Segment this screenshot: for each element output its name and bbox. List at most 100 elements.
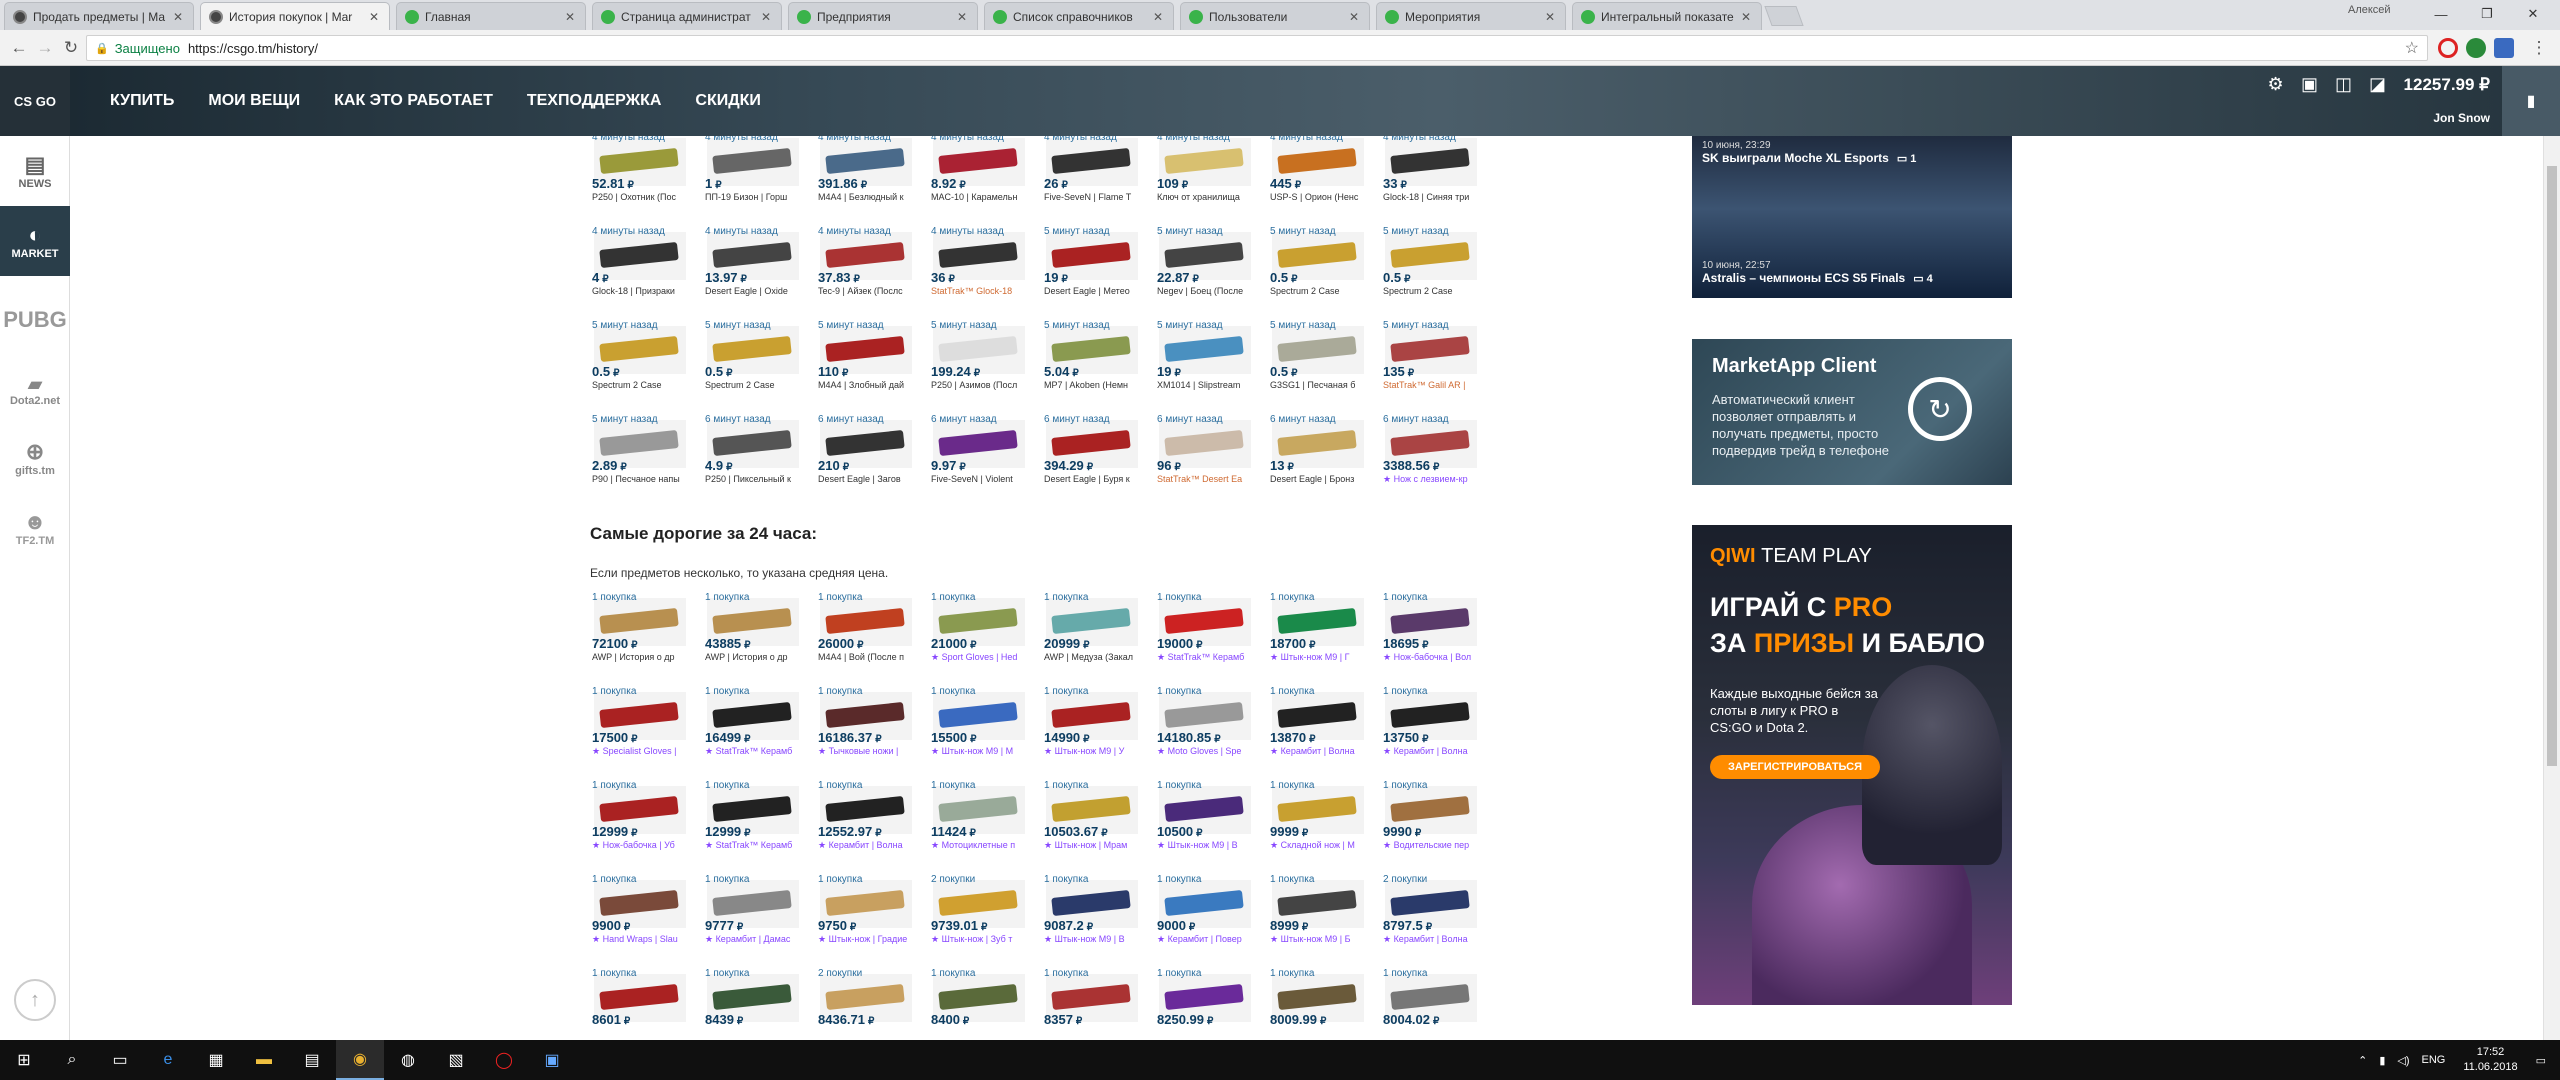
csgo-logo[interactable]: CS GO: [0, 66, 70, 136]
item-tile[interactable]: 1 покупка 26000 ₽ M4A4 | Вой (После п: [816, 592, 915, 680]
username[interactable]: Jon Snow: [2433, 111, 2490, 125]
settings-icon[interactable]: ⚙: [2264, 74, 2288, 95]
item-tile[interactable]: 1 покупка 12552.97 ₽ ★ Керамбит | Волна: [816, 780, 915, 868]
extension-icon[interactable]: [2494, 38, 2514, 58]
withdraw-icon[interactable]: ◪: [2366, 74, 2390, 95]
close-tab-icon[interactable]: ✕: [759, 10, 773, 24]
item-tile[interactable]: 1 покупка 72100 ₽ AWP | История о др: [590, 592, 689, 680]
item-tile[interactable]: 6 минут назад 4.9 ₽ P250 | Пиксельный к: [703, 414, 802, 502]
close-tab-icon[interactable]: ✕: [171, 10, 185, 24]
item-tile[interactable]: 1 покупка 9000 ₽ ★ Керамбит | Повер: [1155, 874, 1254, 962]
item-tile[interactable]: 5 минут назад 19 ₽ Desert Eagle | Метео: [1042, 226, 1141, 314]
item-tile[interactable]: 5 минут назад 0.5 ₽ Spectrum 2 Case: [590, 320, 689, 408]
menu-how-it-works[interactable]: КАК ЭТО РАБОТАЕТ: [334, 92, 493, 110]
item-tile[interactable]: 1 покупка 18695 ₽ ★ Нож-бабочка | Вол: [1381, 592, 1480, 680]
item-tile[interactable]: 4 минуты назад 36 ₽ StatTrak™ Glock-18: [929, 226, 1028, 314]
item-tile[interactable]: 4 минуты назад 445 ₽ USP-S | Орион (Ненс: [1268, 136, 1367, 220]
item-tile[interactable]: 5 минут назад 0.5 ₽ Spectrum 2 Case: [1381, 226, 1480, 314]
item-tile[interactable]: 5 минут назад 110 ₽ M4A4 | Злобный дай: [816, 320, 915, 408]
item-tile[interactable]: 2 покупки 8797.5 ₽ ★ Керамбит | Волна: [1381, 874, 1480, 962]
store-icon[interactable]: ▧: [432, 1040, 480, 1080]
item-tile[interactable]: 1 покупка 9777 ₽ ★ Керамбит | Дамас: [703, 874, 802, 962]
new-tab-button[interactable]: [1764, 6, 1804, 26]
item-tile[interactable]: 5 минут назад 22.87 ₽ Negev | Боец (После: [1155, 226, 1254, 314]
marketapp-banner[interactable]: MarketApp Client Автоматический клиент п…: [1692, 339, 2012, 485]
item-tile[interactable]: 5 минут назад 0.5 ₽ G3SG1 | Песчаная б: [1268, 320, 1367, 408]
tray-icon[interactable]: ⌃: [2358, 1054, 2367, 1067]
forward-icon[interactable]: →: [34, 37, 56, 59]
search-icon[interactable]: ⌕: [48, 1040, 96, 1080]
minimize-icon[interactable]: —: [2418, 0, 2464, 28]
item-tile[interactable]: 1 покупка 9087.2 ₽ ★ Штык-нож M9 | В: [1042, 874, 1141, 962]
menu-buy[interactable]: КУПИТЬ: [110, 92, 174, 110]
item-tile[interactable]: 1 покупка 13750 ₽ ★ Керамбит | Волна: [1381, 686, 1480, 774]
chrome-icon[interactable]: ◉: [336, 1040, 384, 1080]
deposit-icon[interactable]: ◫: [2332, 74, 2356, 95]
sidebar-item-news[interactable]: ▤ NEWS: [0, 136, 70, 206]
item-tile[interactable]: 6 минут назад 96 ₽ StatTrak™ Desert Ea: [1155, 414, 1254, 502]
item-tile[interactable]: 1 покупка 14180.85 ₽ ★ Moto Gloves | Spe: [1155, 686, 1254, 774]
item-tile[interactable]: 1 покупка 8357 ₽: [1042, 968, 1141, 1040]
item-tile[interactable]: 1 покупка 8009.99 ₽: [1268, 968, 1367, 1040]
close-window-icon[interactable]: ✕: [2510, 0, 2556, 28]
browser-tab[interactable]: Список справочников ✕: [984, 2, 1174, 30]
avatar[interactable]: ▮: [2502, 66, 2560, 136]
browser-tab[interactable]: Продать предметы | Ма ✕: [4, 2, 194, 30]
extension-icon[interactable]: [2466, 38, 2486, 58]
back-icon[interactable]: ←: [8, 37, 30, 59]
browser-tab[interactable]: Пользователи ✕: [1180, 2, 1370, 30]
close-tab-icon[interactable]: ✕: [1347, 10, 1361, 24]
item-tile[interactable]: 5 минут назад 5.04 ₽ MP7 | Akoben (Немн: [1042, 320, 1141, 408]
bookmark-star-icon[interactable]: ☆: [2405, 38, 2419, 58]
item-tile[interactable]: 1 покупка 8439 ₽: [703, 968, 802, 1040]
sidebar-item-market[interactable]: ◐ MARKET: [0, 206, 70, 276]
item-tile[interactable]: 1 покупка 19000 ₽ ★ StatTrak™ Керамб: [1155, 592, 1254, 680]
clock[interactable]: 17:52 11.06.2018: [2463, 1045, 2517, 1075]
language-indicator[interactable]: ENG: [2422, 1054, 2446, 1066]
item-tile[interactable]: 1 покупка 20999 ₽ AWP | Медуза (Закал: [1042, 592, 1141, 680]
item-tile[interactable]: 4 минуты назад 33 ₽ Glock-18 | Синяя три: [1381, 136, 1480, 220]
item-tile[interactable]: 1 покупка 21000 ₽ ★ Sport Gloves | Hed: [929, 592, 1028, 680]
item-tile[interactable]: 6 минут назад 394.29 ₽ Desert Eagle | Буря …: [1042, 414, 1141, 502]
item-tile[interactable]: 1 покупка 16186.37 ₽ ★ Тычковые ножи |: [816, 686, 915, 774]
item-tile[interactable]: 6 минут назад 9.97 ₽ Five-SeveN | Violent: [929, 414, 1028, 502]
menu-icon[interactable]: ⋮: [2528, 37, 2550, 59]
item-tile[interactable]: 1 покупка 8400 ₽: [929, 968, 1028, 1040]
network-icon[interactable]: ▮: [2379, 1054, 2385, 1067]
close-tab-icon[interactable]: ✕: [367, 10, 381, 24]
sidebar-item-pubg[interactable]: PUBG: [0, 288, 70, 352]
balance[interactable]: 12257.99 ₽: [2404, 75, 2490, 95]
news-item[interactable]: 10 июня, 23:29 SK выиграли Moche XL Espo…: [1702, 140, 1916, 165]
item-tile[interactable]: 2 покупки 9739.01 ₽ ★ Штык-нож | Зуб т: [929, 874, 1028, 962]
close-tab-icon[interactable]: ✕: [1739, 10, 1753, 24]
close-tab-icon[interactable]: ✕: [955, 10, 969, 24]
scrollbar-thumb[interactable]: [2547, 166, 2557, 766]
item-tile[interactable]: 1 покупка 11424 ₽ ★ Мотоциклетные п: [929, 780, 1028, 868]
item-tile[interactable]: 4 минуты назад 26 ₽ Five-SeveN | Flame T: [1042, 136, 1141, 220]
task-view-icon[interactable]: ▭: [96, 1040, 144, 1080]
url-field[interactable]: 🔒 Защищено https://csgo.tm/history/ ☆: [86, 35, 2428, 61]
item-tile[interactable]: 4 минуты назад 391.86 ₽ M4A4 | Безлюдный к: [816, 136, 915, 220]
item-tile[interactable]: 1 покупка 18700 ₽ ★ Штык-нож M9 | Г: [1268, 592, 1367, 680]
item-tile[interactable]: 1 покупка 13870 ₽ ★ Керамбит | Волна: [1268, 686, 1367, 774]
item-tile[interactable]: 5 минут назад 2.89 ₽ P90 | Песчаное напы: [590, 414, 689, 502]
item-tile[interactable]: 1 покупка 9990 ₽ ★ Водительские пер: [1381, 780, 1480, 868]
item-tile[interactable]: 1 покупка 17500 ₽ ★ Specialist Gloves |: [590, 686, 689, 774]
item-tile[interactable]: 1 покупка 8250.99 ₽: [1155, 968, 1254, 1040]
close-tab-icon[interactable]: ✕: [563, 10, 577, 24]
item-tile[interactable]: 4 минуты назад 13.97 ₽ Desert Eagle | Oxide: [703, 226, 802, 314]
maximize-icon[interactable]: ❐: [2464, 0, 2510, 28]
volume-icon[interactable]: ◁): [2397, 1054, 2409, 1067]
item-tile[interactable]: 1 покупка 12999 ₽ ★ StatTrak™ Керамб: [703, 780, 802, 868]
app-icon[interactable]: ◍: [384, 1040, 432, 1080]
menu-support[interactable]: ТЕХПОДДЕРЖКА: [527, 92, 662, 110]
app-icon[interactable]: ▦: [192, 1040, 240, 1080]
item-tile[interactable]: 4 минуты назад 52.81 ₽ P250 | Охотник (Пос: [590, 136, 689, 220]
item-tile[interactable]: 2 покупки 8436.71 ₽: [816, 968, 915, 1040]
sidebar-item-gifts[interactable]: ⊕ gifts.tm: [0, 426, 70, 490]
browser-tab[interactable]: Главная ✕: [396, 2, 586, 30]
item-tile[interactable]: 5 минут назад 0.5 ₽ Spectrum 2 Case: [1268, 226, 1367, 314]
page-scrollbar[interactable]: [2543, 136, 2560, 1040]
item-tile[interactable]: 1 покупка 8601 ₽: [590, 968, 689, 1040]
calculator-icon[interactable]: ▤: [288, 1040, 336, 1080]
